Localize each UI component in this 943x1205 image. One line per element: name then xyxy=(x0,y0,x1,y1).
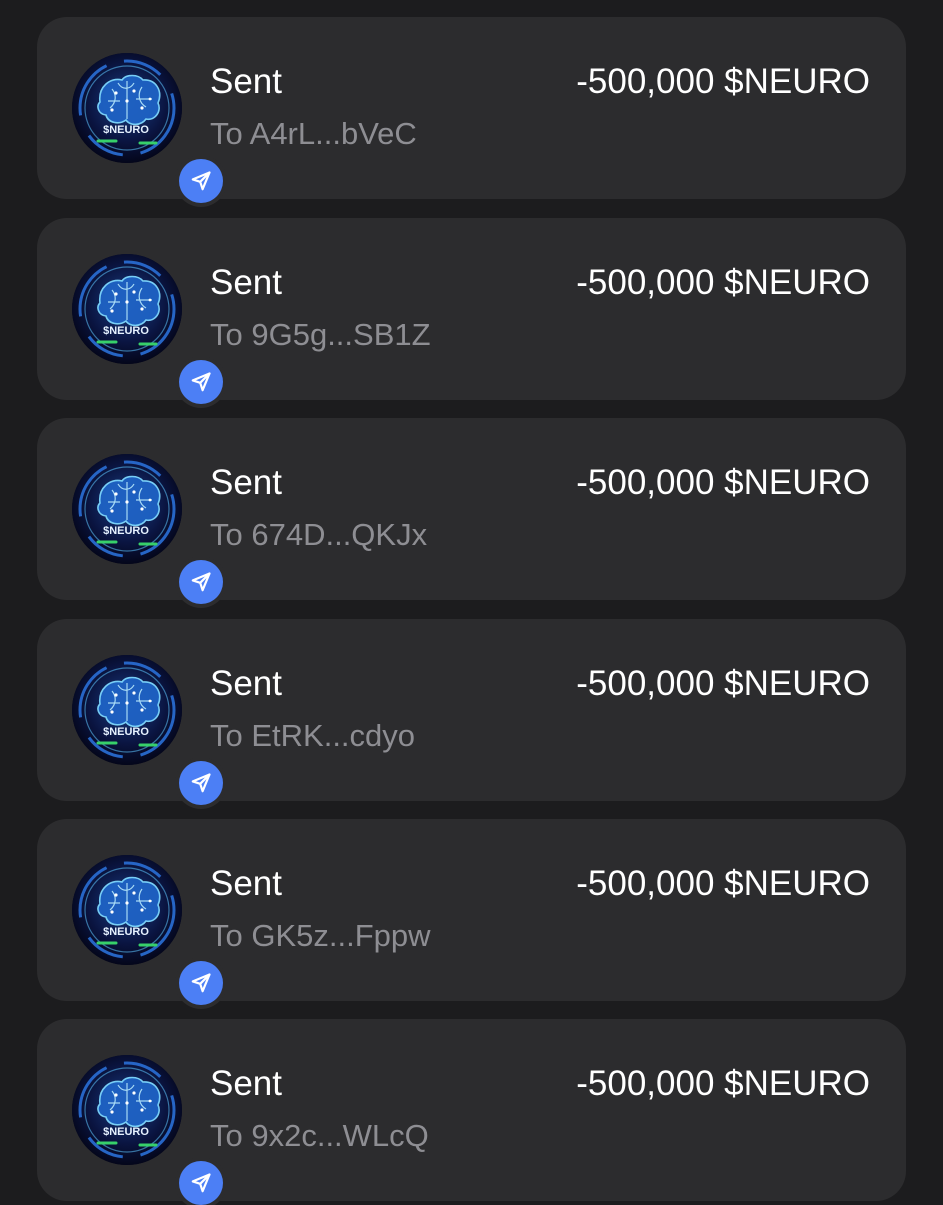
send-arrow-icon xyxy=(179,1161,223,1205)
svg-text:$NEURO: $NEURO xyxy=(103,726,149,738)
send-arrow-icon xyxy=(179,159,223,203)
svg-text:$NEURO: $NEURO xyxy=(103,525,149,537)
token-avatar: $NEURO xyxy=(72,655,223,805)
svg-text:$NEURO: $NEURO xyxy=(103,1126,149,1138)
transaction-recipient: To GK5z...Fppw xyxy=(210,918,431,953)
send-arrow-icon xyxy=(179,761,223,805)
token-avatar: $NEURO xyxy=(72,53,223,203)
transaction-recipient: To EtRK...cdyo xyxy=(210,718,416,753)
transaction-recipient: To 9x2c...WLcQ xyxy=(210,1118,429,1153)
svg-text:$NEURO: $NEURO xyxy=(103,124,149,136)
transaction-amount: -500,000 $NEURO xyxy=(576,1064,870,1103)
transaction-row[interactable]: $NEURO Sent To EtRK...cdyo -500,000 $NEU… xyxy=(37,619,906,805)
svg-text:$NEURO: $NEURO xyxy=(103,325,149,337)
transaction-amount: -500,000 $NEURO xyxy=(576,263,870,302)
transaction-type: Sent xyxy=(210,463,282,502)
transaction-amount: -500,000 $NEURO xyxy=(576,463,870,502)
transaction-recipient: To A4rL...bVeC xyxy=(210,116,417,151)
transaction-type: Sent xyxy=(210,1064,282,1103)
transaction-amount: -500,000 $NEURO xyxy=(576,62,870,101)
transaction-row[interactable]: $NEURO Sent To 9G5g...SB1Z -500,000 $NEU… xyxy=(37,218,906,404)
send-arrow-icon xyxy=(179,961,223,1005)
send-arrow-icon xyxy=(179,360,223,404)
transaction-row[interactable]: $NEURO Sent To A4rL...bVeC -500,000 $NEU… xyxy=(37,17,906,203)
neuro-brain-logo-icon: $NEURO xyxy=(72,855,182,965)
transaction-list: $NEURO Sent To A4rL...bVeC -500,000 $NEU… xyxy=(0,0,943,1205)
transaction-type: Sent xyxy=(210,864,282,903)
transaction-recipient: To 9G5g...SB1Z xyxy=(210,317,431,352)
neuro-brain-logo-icon: $NEURO xyxy=(72,53,182,163)
transaction-type: Sent xyxy=(210,664,282,703)
neuro-brain-logo-icon: $NEURO xyxy=(72,254,182,364)
token-avatar: $NEURO xyxy=(72,855,223,1005)
transaction-type: Sent xyxy=(210,62,282,101)
neuro-brain-logo-icon: $NEURO xyxy=(72,1055,182,1165)
transaction-amount: -500,000 $NEURO xyxy=(576,864,870,903)
transaction-recipient: To 674D...QKJx xyxy=(210,517,428,552)
token-avatar: $NEURO xyxy=(72,1055,223,1205)
neuro-brain-logo-icon: $NEURO xyxy=(72,655,182,765)
token-avatar: $NEURO xyxy=(72,454,223,604)
transaction-row[interactable]: $NEURO Sent To 9x2c...WLcQ -500,000 $NEU… xyxy=(37,1019,906,1205)
transaction-row[interactable]: $NEURO Sent To GK5z...Fppw -500,000 $NEU… xyxy=(37,819,906,1005)
transaction-amount: -500,000 $NEURO xyxy=(576,664,870,703)
transaction-row[interactable]: $NEURO Sent To 674D...QKJx -500,000 $NEU… xyxy=(37,418,906,604)
neuro-brain-logo-icon: $NEURO xyxy=(72,454,182,564)
token-avatar: $NEURO xyxy=(72,254,223,404)
send-arrow-icon xyxy=(179,560,223,604)
transaction-type: Sent xyxy=(210,263,282,302)
svg-text:$NEURO: $NEURO xyxy=(103,926,149,938)
